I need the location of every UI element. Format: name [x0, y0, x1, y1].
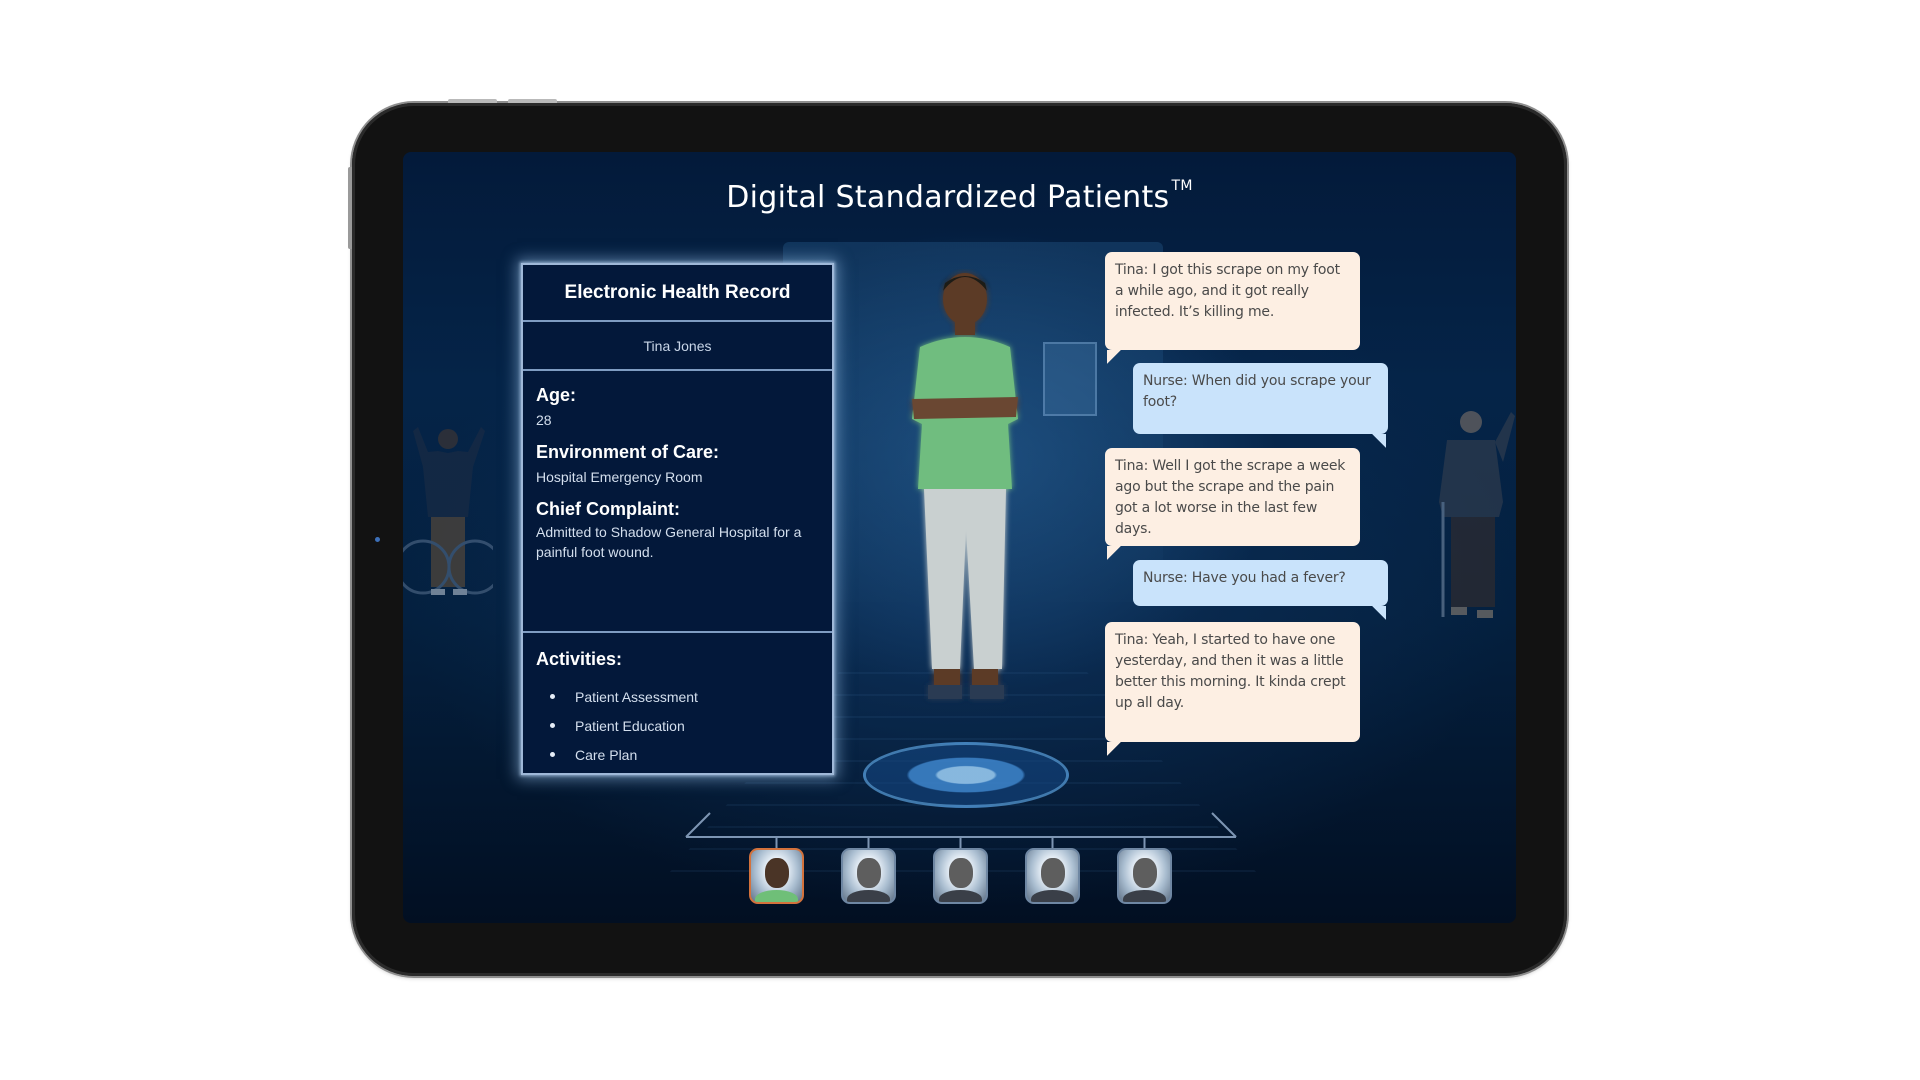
trademark-symbol: TM — [1171, 178, 1193, 194]
patient-thumbnail-patient-2[interactable] — [841, 848, 896, 904]
environment-label: Environment of Care: — [536, 442, 720, 462]
patient-thumbnail-patient-4[interactable] — [1025, 848, 1080, 904]
app-screen: Digital Standardized Patients TM Electro… — [403, 152, 1516, 923]
environment-value: Hospital Emergency Room — [536, 469, 703, 485]
patient-avatar-tina-jones — [890, 269, 1040, 789]
patient-thumbnail-tina-jones[interactable] — [749, 848, 804, 904]
volume-up-button — [448, 99, 497, 103]
patient-message: Tina: Yeah, I started to have one yester… — [1105, 622, 1360, 742]
ehr-activities: Activities: Patient Assessment Patient E… — [523, 633, 832, 781]
avatar-shoulders — [939, 890, 982, 902]
nurse-message: Nurse: When did you scrape your foot? — [1133, 363, 1388, 434]
avatar-shoulders — [847, 890, 890, 902]
bullet-icon — [550, 752, 555, 757]
age-value: 28 — [536, 412, 552, 428]
camera-icon — [375, 537, 380, 542]
avatar-face-icon — [1132, 858, 1157, 888]
patient-message: Tina: I got this scrape on my foot a whi… — [1105, 252, 1360, 350]
electronic-health-record-panel: Electronic Health Record Tina Jones Age:… — [521, 263, 834, 775]
activity-item[interactable]: Patient Assessment — [536, 682, 819, 711]
ehr-patient-name: Tina Jones — [523, 322, 832, 371]
activities-list: Patient Assessment Patient Education Car… — [536, 682, 819, 769]
avatar-face-icon — [1040, 858, 1065, 888]
activity-item[interactable]: Care Plan — [536, 740, 819, 769]
age-label: Age: — [536, 385, 576, 405]
power-button — [348, 167, 352, 249]
patient-message: Tina: Well I got the scrape a week ago b… — [1105, 448, 1360, 546]
activities-label: Activities: — [536, 649, 623, 669]
activity-label: Patient Assessment — [575, 688, 698, 705]
avatar-shoulders — [1031, 890, 1074, 902]
ehr-header: Electronic Health Record — [523, 265, 832, 322]
bullet-icon — [550, 694, 555, 699]
patient-thumbnail-patient-5[interactable] — [1117, 848, 1172, 904]
bullet-icon — [550, 723, 555, 728]
wheelchair-patient-figure — [403, 417, 503, 617]
avatar-face-icon — [856, 858, 881, 888]
avatar-face-icon — [948, 858, 973, 888]
avatar-shoulders — [755, 890, 798, 902]
ehr-details: Age: 28 Environment of Care: Hospital Em… — [523, 371, 832, 633]
activity-label: Care Plan — [575, 746, 638, 763]
chief-complaint-label: Chief Complaint: — [536, 499, 680, 519]
app-title: Digital Standardized Patients TM — [403, 178, 1516, 215]
tablet-device: Digital Standardized Patients TM Electro… — [348, 99, 1567, 976]
nurse-message: Nurse: Have you had a fever? — [1133, 560, 1388, 606]
elderly-patient-figure — [1429, 402, 1516, 632]
activity-item[interactable]: Patient Education — [536, 711, 819, 740]
activity-label: Patient Education — [575, 717, 685, 734]
chief-complaint-value: Admitted to Shadow General Hospital for … — [536, 524, 802, 560]
avatar-face-icon — [764, 858, 789, 888]
wall-monitor — [1043, 342, 1097, 416]
app-title-text: Digital Standardized Patients — [726, 180, 1170, 215]
volume-down-button — [508, 99, 557, 103]
avatar-shoulders — [1123, 890, 1166, 902]
patient-thumbnail-patient-3[interactable] — [933, 848, 988, 904]
